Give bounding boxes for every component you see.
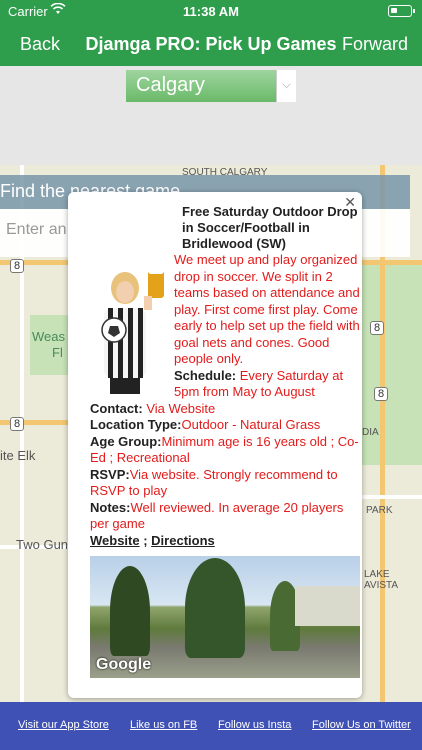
map-label: AVISTA [364,580,399,591]
notes-line: Notes:Well reviewed. In average 20 playe… [90,500,360,533]
map-label: PARK [366,505,393,516]
age-label: Age Group: [90,433,162,449]
street-view-photo[interactable]: Google [90,556,360,678]
contact-value: Via Website [142,400,216,416]
map-label: LAKE [364,569,390,580]
tree-shape [110,566,150,656]
location-value: Outdoor - Natural Grass [181,417,321,432]
notes-label: Notes: [90,499,131,515]
game-info-popup: ✕ Free Saturday Outdoor Drop in Soccer/F… [68,192,362,698]
referee-image [101,268,164,394]
links-line: Website ; Directions [90,533,360,550]
rsvp-label: RSVP: [90,466,130,482]
location-label: Location Type: [90,417,182,432]
highway-shield: 8 [10,417,25,431]
directions-link[interactable]: Directions [151,533,215,548]
location-line: Location Type:Outdoor - Natural Grass [90,417,360,434]
twitter-link[interactable]: Follow Us on Twitter [312,719,411,731]
contact-label: Contact: [90,400,143,416]
map-label: DIA [362,427,379,438]
instagram-link[interactable]: Follow us Insta [218,719,291,731]
popup-content: Free Saturday Outdoor Drop in Soccer/Foo… [90,204,360,549]
google-logo: Google [96,656,152,673]
event-title: Free Saturday Outdoor Drop in Soccer/Foo… [182,204,358,251]
contact-line: Contact: Via Website [90,401,360,418]
footer-bar: Visit our App Store Like us on FB Follow… [0,702,422,750]
schedule-label: Schedule: [174,367,237,383]
rsvp-line: RSVP:Via website. Strongly recommend to … [90,467,360,500]
forward-button[interactable]: Forward [342,34,408,55]
house-shape [295,586,360,626]
tree-shape [185,558,245,658]
battery-icon [388,5,415,17]
link-separator: ; [139,532,152,548]
age-line: Age Group:Minimum age is 16 years old ; … [90,434,360,467]
chevron-down-icon[interactable]: ⌵ [276,70,296,102]
city-select-value[interactable]: Calgary [126,70,276,102]
website-link[interactable]: Website [90,533,140,548]
app-store-link[interactable]: Visit our App Store [18,719,109,731]
status-bar: Carrier 11:38 AM [0,0,422,22]
map-label: ite Elk [0,448,36,463]
city-select[interactable]: Calgary ⌵ [126,70,296,102]
highway-shield: 8 [10,259,25,273]
road [362,495,422,499]
facebook-link[interactable]: Like us on FB [130,719,197,731]
park-area [30,315,70,375]
highway-shield: 8 [370,321,385,335]
clock: 11:38 AM [183,4,239,19]
highway-shield: 8 [374,387,389,401]
map-label: Weas [32,329,65,344]
map-label: Fl [52,345,63,360]
navigation-bar: Back Djamga PRO: Pick Up Games Forward [0,22,422,66]
map-label: Two Gun [16,537,69,552]
